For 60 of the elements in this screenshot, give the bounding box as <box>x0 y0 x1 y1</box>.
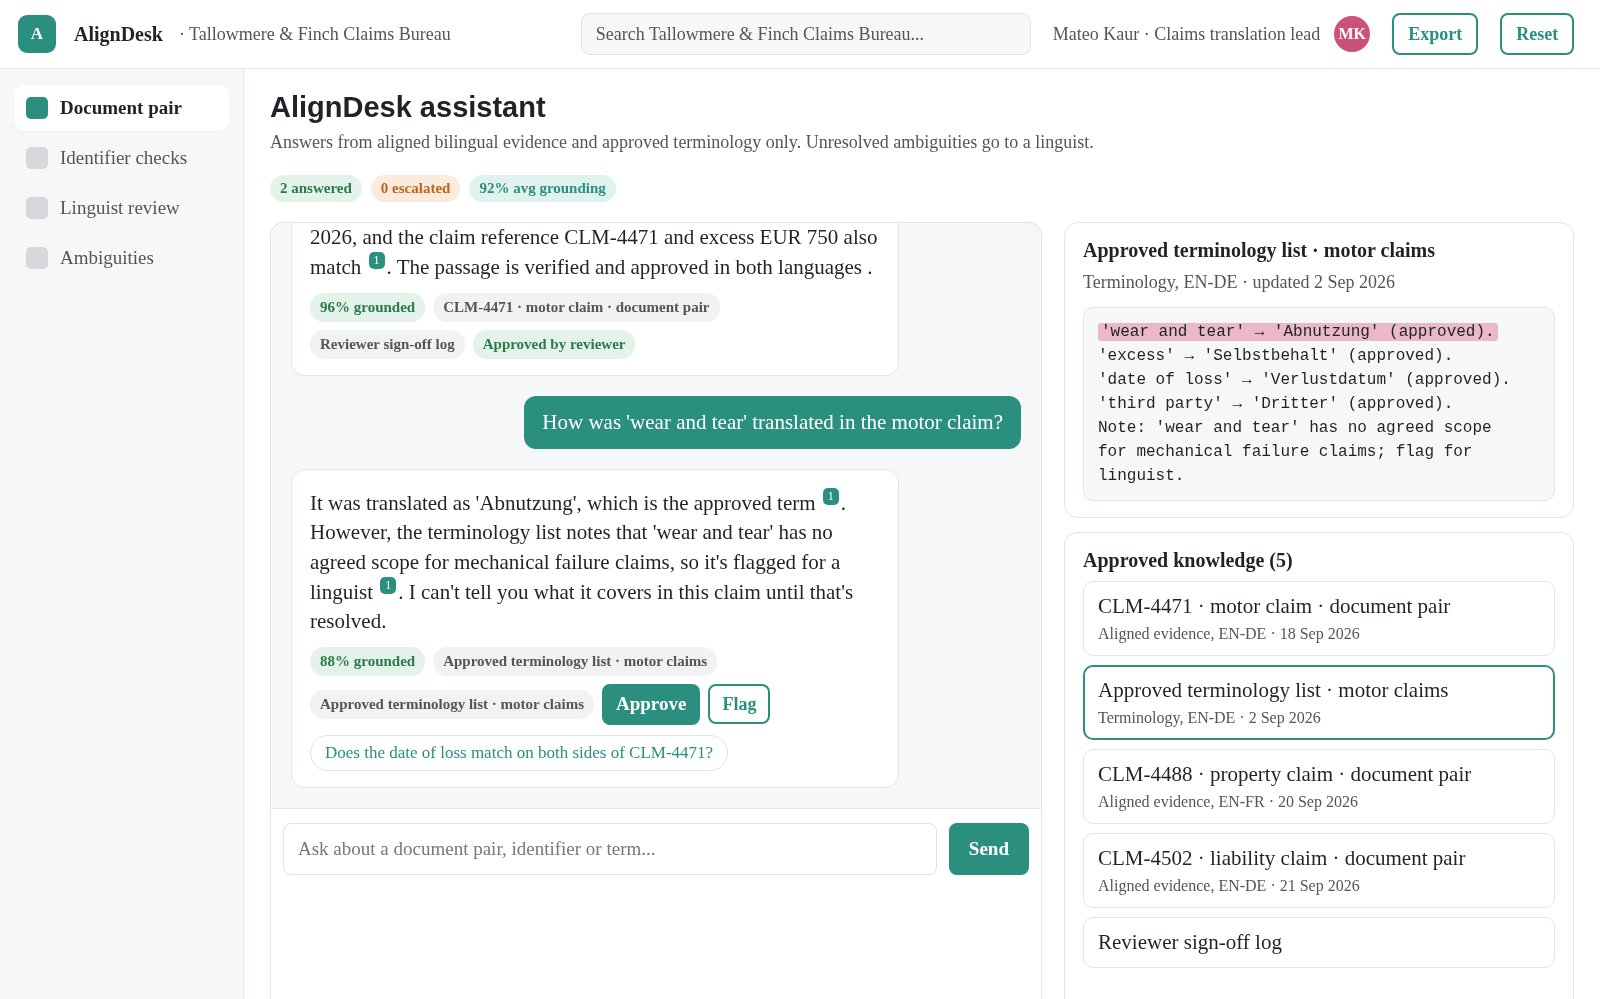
sidebar-item[interactable]: Ambiguities <box>14 235 229 281</box>
sidebar-item[interactable]: Identifier checks <box>14 135 229 181</box>
grounding-badge: 96% grounded <box>310 292 426 322</box>
app-logo: A <box>18 15 56 53</box>
source-chip: Approved terminology list · motor claims <box>433 646 718 676</box>
source-chip: Approved terminology list · motor claims <box>310 689 594 719</box>
citation-marker[interactable]: 1 <box>822 487 839 505</box>
suggested-question[interactable]: Does the date of loss match on both sides of CLM-4471? <box>310 734 729 771</box>
page-subtitle: Answers from aligned bilingual evidence and approved terminology only. Unresolved ambiguities go to a linguist. <box>270 132 1095 153</box>
knowledge-item[interactable]: CLM-4502 · liability claim · document pair Aligned evidence, EN-DE · 21 Sep 2026 <box>1083 833 1555 908</box>
user-avatar[interactable]: MK <box>1334 16 1371 52</box>
knowledge-item-meta: Aligned evidence, EN-DE · 21 Sep 2026 <box>1098 877 1361 895</box>
knowledge-item-title: Reviewer sign-off log <box>1098 930 1283 955</box>
stat-badge: 0 escalated <box>370 175 461 202</box>
answer-text: 2026, and the claim reference CLM-4471 and excess EUR 750 also match 1 . The passage is verified and approved in both languages . <box>310 224 879 282</box>
knowledge-item[interactable]: Approved terminology list · motor claims Terminology, EN-DE · 2 Sep 2026 <box>1083 665 1555 740</box>
knowledge-item[interactable]: CLM-4488 · property claim · document pair Aligned evidence, EN-FR · 20 Sep 2026 <box>1083 749 1555 824</box>
message-input[interactable]: Ask about a document pair, identifier or term... <box>283 822 937 875</box>
source-chip: Reviewer sign-off log <box>310 329 465 359</box>
excerpt-line: Note: 'wear and tear' has no agreed scope for mechanical failure claims; flag for linguist. <box>1098 419 1492 485</box>
sidebar-item[interactable]: Document pair <box>14 85 229 131</box>
citation-marker[interactable]: 1 <box>368 252 385 270</box>
user-name: Mateo Kaur · Claims translation lead <box>1052 23 1321 45</box>
page-title: AlignDesk assistant <box>270 91 547 124</box>
flag-button[interactable]: Flag <box>708 684 771 725</box>
knowledge-item[interactable]: CLM-4471 · motor claim · document pair Aligned evidence, EN-DE · 18 Sep 2026 <box>1083 581 1555 656</box>
source-meta: Terminology, EN-DE · updated 2 Sep 2026 <box>1083 272 1396 293</box>
excerpt-line: 'date of loss' → 'Verlustdatum' (approved). <box>1098 371 1511 389</box>
export-button[interactable]: Export <box>1392 13 1479 55</box>
knowledge-item-title: Approved terminology list · motor claims <box>1098 678 1450 703</box>
excerpt-line: 'third party' → 'Dritter' (approved). <box>1098 395 1454 413</box>
grounding-badge: 88% grounded <box>310 646 426 676</box>
square-icon <box>26 147 48 169</box>
knowledge-item-meta: Aligned evidence, EN-FR · 20 Sep 2026 <box>1098 793 1359 811</box>
source-chip: CLM-4471 · motor claim · document pair <box>433 292 720 322</box>
knowledge-item-title: CLM-4471 · motor claim · document pair <box>1098 594 1452 619</box>
sidebar-item[interactable]: Linguist review <box>14 185 229 231</box>
search-field[interactable]: Search Tallowmere & Finch Claims Bureau... <box>580 13 1031 55</box>
knowledge-item-meta: Terminology, EN-DE · 2 Sep 2026 <box>1098 709 1322 727</box>
approval-badge: Approved by reviewer <box>472 329 636 359</box>
knowledge-item-title: CLM-4502 · liability claim · document pair <box>1098 846 1467 871</box>
square-icon <box>26 197 48 219</box>
square-icon <box>26 247 48 269</box>
knowledge-item-title: CLM-4488 · property claim · document pair <box>1098 762 1473 787</box>
app-name: AlignDesk <box>74 22 163 46</box>
stat-badge: 2 answered <box>270 175 362 202</box>
reset-button[interactable]: Reset <box>1500 13 1575 55</box>
approve-button[interactable]: Approve <box>602 683 701 725</box>
citation-marker[interactable]: 1 <box>380 576 397 594</box>
excerpt-line: 'excess' → 'Selbstbehalt' (approved). <box>1098 347 1454 365</box>
source-title: Approved terminology list · motor claims <box>1083 239 1436 262</box>
send-button[interactable]: Send <box>948 822 1029 875</box>
knowledge-item-meta: Aligned evidence, EN-DE · 18 Sep 2026 <box>1098 625 1361 643</box>
knowledge-item[interactable]: Reviewer sign-off log <box>1083 917 1555 968</box>
organization-name: · Tallowmere & Finch Claims Bureau <box>178 23 451 45</box>
answer-text: It was translated as 'Abnutzung', which is the approved term 1 . However, the terminology list notes that 'wear and tear' has no agreed scope for mechanical failure claims, so it's flagged for a linguist 1 . I can't tell you what it covers in this claim until that's resolved. <box>310 487 855 636</box>
user-message: How was 'wear and tear' translated in the motor claim? <box>524 395 1021 449</box>
stat-badge: 92% avg grounding <box>469 175 616 202</box>
square-icon <box>26 97 48 119</box>
knowledge-title: Approved knowledge (5) <box>1083 549 1294 572</box>
